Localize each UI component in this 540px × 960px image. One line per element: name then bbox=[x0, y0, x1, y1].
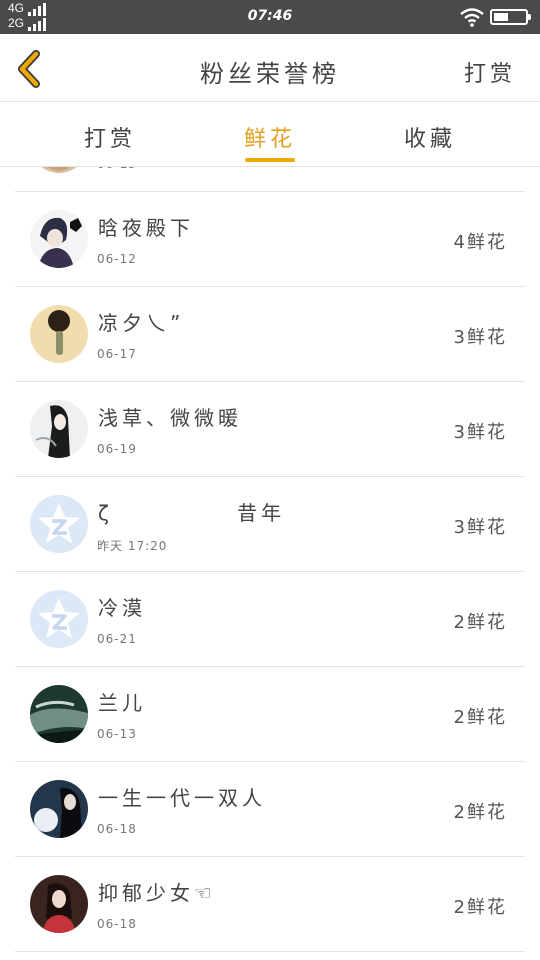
wifi-icon bbox=[460, 8, 484, 27]
item-date: 06-18 bbox=[97, 822, 137, 836]
item-date: 06-19 bbox=[97, 442, 137, 456]
list-item[interactable]: 06-13 bbox=[15, 167, 525, 192]
tab-favorites[interactable]: 收藏 bbox=[370, 121, 490, 153]
avatar bbox=[30, 590, 88, 648]
avatar bbox=[30, 167, 88, 173]
item-name: 冷漠 bbox=[98, 596, 146, 620]
item-date: 06-18 bbox=[97, 917, 137, 931]
item-date: 06-13 bbox=[97, 167, 137, 171]
tab-bar: 打赏 鲜花 收藏 bbox=[0, 103, 540, 167]
item-name: 凉夕乀” bbox=[98, 311, 185, 335]
item-name: 晗夜殿下 bbox=[98, 216, 194, 240]
flower-count: 3鲜花 bbox=[453, 517, 507, 538]
list-item[interactable]: 凉夕乀” 06-17 3鲜花 bbox=[15, 287, 525, 382]
reward-button[interactable]: 打赏 bbox=[464, 56, 516, 88]
status-time: 07:46 bbox=[247, 8, 293, 24]
avatar bbox=[30, 305, 88, 363]
item-date: 06-17 bbox=[97, 347, 137, 361]
item-date: 06-13 bbox=[97, 727, 137, 741]
page-title: 粉丝荣誉榜 bbox=[200, 60, 340, 88]
list-item[interactable]: 一生一代一双人 06-18 2鲜花 bbox=[15, 762, 525, 857]
flower-count: 3鲜花 bbox=[453, 422, 507, 443]
list-item[interactable]: ζ 昔年 昨天 17:20 3鲜花 bbox=[15, 477, 525, 572]
item-date: 昨天 17:20 bbox=[97, 539, 168, 553]
item-name: ζ 昔年 bbox=[98, 501, 286, 525]
item-name: 兰儿 bbox=[98, 691, 146, 715]
flower-count: 2鲜花 bbox=[453, 802, 507, 823]
item-name: 浅草、微微暖 bbox=[98, 406, 242, 430]
avatar bbox=[30, 875, 88, 933]
avatar bbox=[30, 780, 88, 838]
battery-icon bbox=[490, 9, 531, 25]
flower-count: 2鲜花 bbox=[453, 612, 507, 633]
list-item[interactable]: 冷漠 06-21 2鲜花 bbox=[15, 572, 525, 667]
avatar bbox=[30, 685, 88, 743]
tab-reward[interactable]: 打赏 bbox=[50, 121, 170, 153]
item-name: 一生一代一双人 bbox=[98, 786, 266, 810]
list-item[interactable]: 晗夜殿下 06-12 4鲜花 bbox=[15, 192, 525, 287]
fan-list[interactable]: 06-13 晗夜殿下 06-12 4鲜花 凉夕乀” 06-17 3鲜花 浅草、微… bbox=[0, 167, 540, 960]
item-name: 抑郁少女☜ bbox=[98, 881, 216, 905]
list-item[interactable]: 抑郁少女☜ 06-18 2鲜花 bbox=[15, 857, 525, 952]
avatar bbox=[30, 210, 88, 268]
item-date: 06-12 bbox=[97, 252, 137, 266]
flower-count: 3鲜花 bbox=[453, 327, 507, 348]
list-item[interactable]: 浅草、微微暖 06-19 3鲜花 bbox=[15, 382, 525, 477]
item-date: 06-21 bbox=[97, 632, 137, 646]
avatar bbox=[30, 495, 88, 553]
flower-count: 4鲜花 bbox=[453, 232, 507, 253]
tab-flowers[interactable]: 鲜花 bbox=[210, 121, 330, 153]
active-tab-indicator bbox=[245, 158, 295, 162]
list-item[interactable]: 兰儿 06-13 2鲜花 bbox=[15, 667, 525, 762]
flower-count: 2鲜花 bbox=[453, 707, 507, 728]
app-header: 粉丝荣誉榜 打赏 bbox=[0, 34, 540, 102]
avatar bbox=[30, 400, 88, 458]
status-bar: 4G 2G 07:46 bbox=[0, 0, 540, 34]
flower-count: 2鲜花 bbox=[453, 897, 507, 918]
